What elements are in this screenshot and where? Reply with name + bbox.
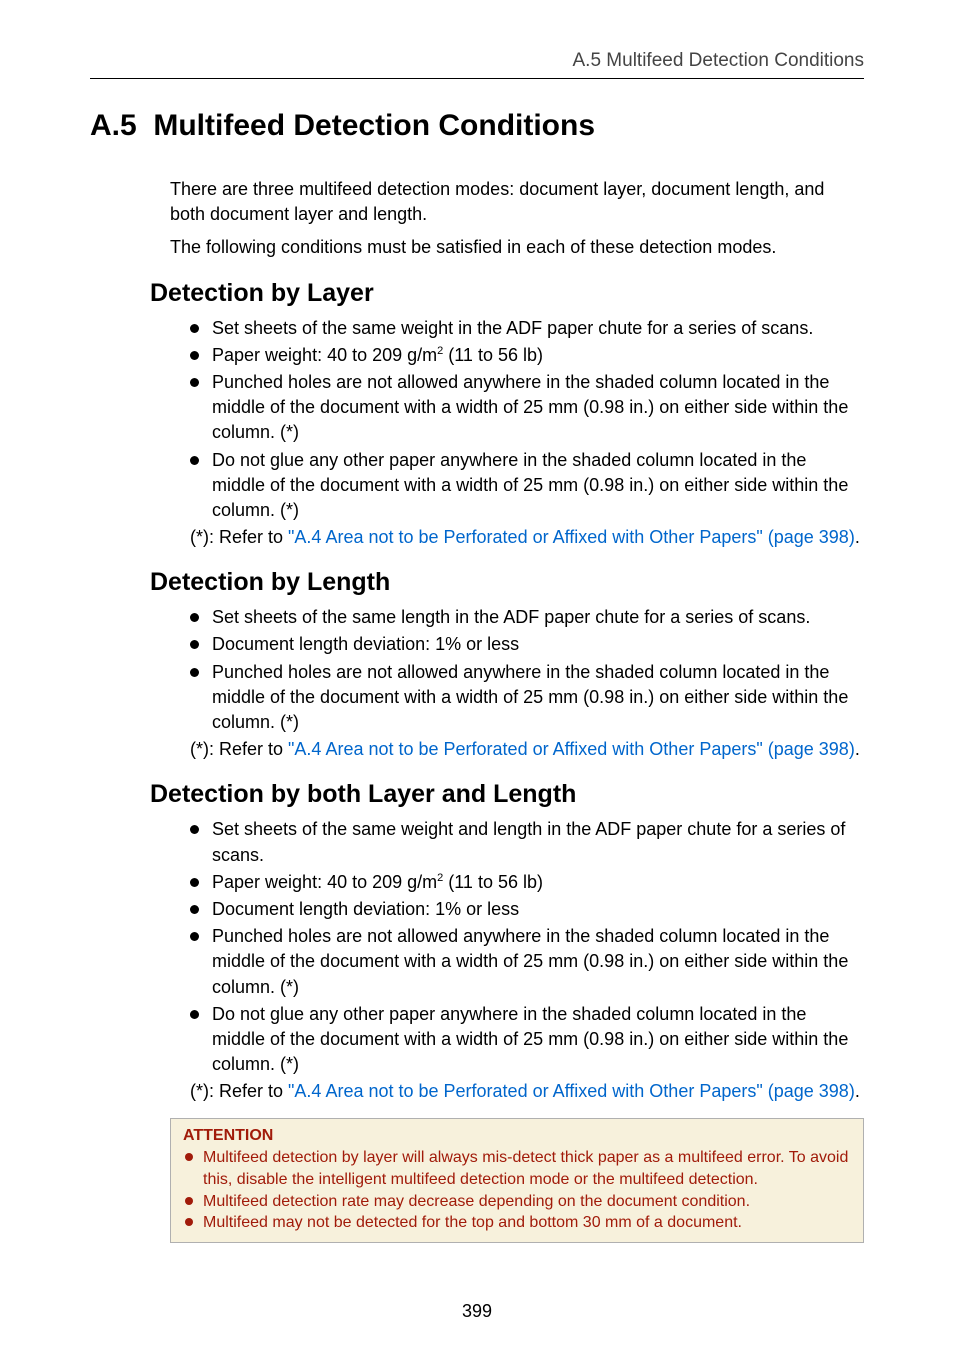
section-title: A.5 Multifeed Detection Conditions — [90, 109, 864, 143]
attention-title: ATTENTION — [183, 1127, 851, 1145]
list-item: Set sheets of the same weight and length… — [190, 817, 864, 867]
footnote-suffix: . — [855, 739, 860, 759]
heading-detection-by-both: Detection by both Layer and Length — [150, 780, 864, 809]
page-number: 399 — [0, 1301, 954, 1322]
header-rule — [90, 78, 864, 79]
heading-detection-by-layer: Detection by Layer — [150, 279, 864, 308]
footnote-prefix: (*): Refer to — [190, 1081, 288, 1101]
length-footnote: (*): Refer to "A.4 Area not to be Perfor… — [190, 737, 864, 762]
attention-list: Multifeed detection by layer will always… — [183, 1147, 851, 1233]
section-number: A.5 — [90, 109, 137, 142]
length-list: Set sheets of the same length in the ADF… — [190, 605, 864, 735]
list-item: Set sheets of the same weight in the ADF… — [190, 316, 864, 341]
attention-box: ATTENTION Multifeed detection by layer w… — [170, 1118, 864, 1242]
both-footnote: (*): Refer to "A.4 Area not to be Perfor… — [190, 1079, 864, 1104]
list-item: Paper weight: 40 to 209 g/m2 (11 to 56 l… — [190, 343, 864, 368]
footnote-prefix: (*): Refer to — [190, 739, 288, 759]
layer-list: Set sheets of the same weight in the ADF… — [190, 316, 864, 524]
cross-ref-link[interactable]: "A.4 Area not to be Perforated or Affixe… — [288, 739, 855, 759]
footnote-suffix: . — [855, 527, 860, 547]
list-item: Punched holes are not allowed anywhere i… — [190, 660, 864, 736]
list-item: Multifeed may not be detected for the to… — [183, 1212, 851, 1234]
intro-paragraph-2: The following conditions must be satisfi… — [170, 235, 864, 260]
list-item: Multifeed detection rate may decrease de… — [183, 1191, 851, 1213]
cross-ref-link[interactable]: "A.4 Area not to be Perforated or Affixe… — [288, 527, 855, 547]
list-item: Document length deviation: 1% or less — [190, 897, 864, 922]
intro-paragraph-1: There are three multifeed detection mode… — [170, 177, 864, 227]
running-header: A.5 Multifeed Detection Conditions — [90, 50, 864, 72]
heading-detection-by-length: Detection by Length — [150, 568, 864, 597]
layer-footnote: (*): Refer to "A.4 Area not to be Perfor… — [190, 525, 864, 550]
footnote-prefix: (*): Refer to — [190, 527, 288, 547]
list-item: Multifeed detection by layer will always… — [183, 1147, 851, 1190]
list-item: Do not glue any other paper anywhere in … — [190, 1002, 864, 1078]
list-item: Document length deviation: 1% or less — [190, 632, 864, 657]
list-item: Punched holes are not allowed anywhere i… — [190, 924, 864, 1000]
cross-ref-link[interactable]: "A.4 Area not to be Perforated or Affixe… — [288, 1081, 855, 1101]
list-item: Paper weight: 40 to 209 g/m2 (11 to 56 l… — [190, 870, 864, 895]
footnote-suffix: . — [855, 1081, 860, 1101]
section-title-text: Multifeed Detection Conditions — [153, 109, 595, 142]
list-item: Do not glue any other paper anywhere in … — [190, 448, 864, 524]
both-list: Set sheets of the same weight and length… — [190, 817, 864, 1077]
page-container: A.5 Multifeed Detection Conditions A.5 M… — [0, 0, 954, 1350]
list-item: Punched holes are not allowed anywhere i… — [190, 370, 864, 446]
list-item: Set sheets of the same length in the ADF… — [190, 605, 864, 630]
